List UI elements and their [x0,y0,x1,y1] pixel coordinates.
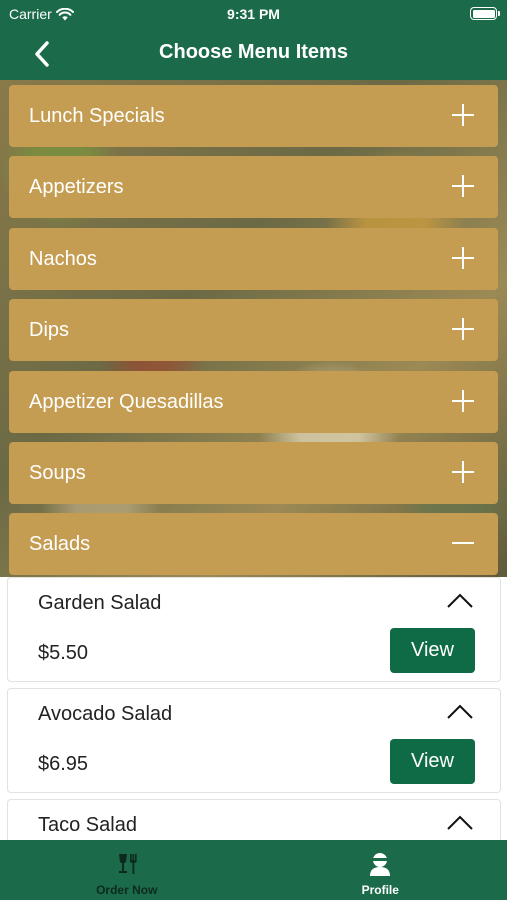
category-label: Appetizer Quesadillas [29,390,224,413]
category-label: Appetizers [29,176,124,199]
dining-icon [118,854,137,874]
category-label: Lunch Specials [29,105,165,127]
category-label: Soups [29,461,86,484]
category-salads[interactable]: Salads [9,513,498,576]
status-bar: Carrier 9:31 PM [0,0,507,28]
plus-icon [452,104,474,126]
tab-profile[interactable]: Profile [254,840,507,900]
battery-icon [470,7,500,20]
item-name: Taco Salad [38,814,137,836]
app-header: Carrier 9:31 PM Choose Menu Items [0,0,507,80]
profile-icon [370,853,391,876]
item-name: Avocado Salad [38,703,173,725]
category-dips[interactable]: Dips [9,299,498,362]
tab-bar: Order Now Profile [0,840,507,900]
chevron-up-icon[interactable] [446,812,474,832]
plus-icon [452,318,474,341]
page-title: Choose Menu Items [159,41,348,63]
category-appetizer-quesadillas[interactable]: Appetizer Quesadillas [9,370,498,433]
tab-order-now[interactable]: Order Now [0,840,254,900]
chevron-up-icon[interactable] [446,590,474,610]
plus-icon [452,460,474,483]
plus-icon [452,389,474,412]
status-time: 9:31 PM [227,6,280,22]
category-list: Lunch Specials Appetizers Nachos Dips Ap… [9,85,498,585]
menu-item-card: Garden Salad $5.50 View [7,577,501,682]
minus-icon [452,532,474,554]
plus-icon [452,175,474,198]
item-price: $5.50 [38,642,89,664]
item-price: $6.95 [38,753,89,775]
nav-bar: Choose Menu Items [0,30,507,76]
plus-icon [452,246,474,269]
tab-label: Order Now [96,883,158,897]
category-label: Salads [29,533,91,556]
menu-item-list[interactable]: Garden Salad $5.50 View Avocado Salad $6… [0,577,507,840]
tab-label: Profile [361,883,399,897]
category-label: Dips [29,319,70,342]
category-label: Nachos [29,247,97,270]
chevron-up-icon[interactable] [446,701,474,721]
category-appetizers[interactable]: Appetizers [9,156,498,219]
category-nachos[interactable]: Nachos [9,227,498,290]
category-soups[interactable]: Soups [9,441,498,504]
item-name: Garden Salad [38,592,162,614]
menu-item-card: Avocado Salad $6.95 View [7,688,501,793]
category-lunch-specials[interactable]: Lunch Specials [9,85,498,147]
menu-item-card: Taco Salad [7,799,501,840]
view-button[interactable]: View [390,628,475,673]
view-button[interactable]: View [390,739,475,784]
